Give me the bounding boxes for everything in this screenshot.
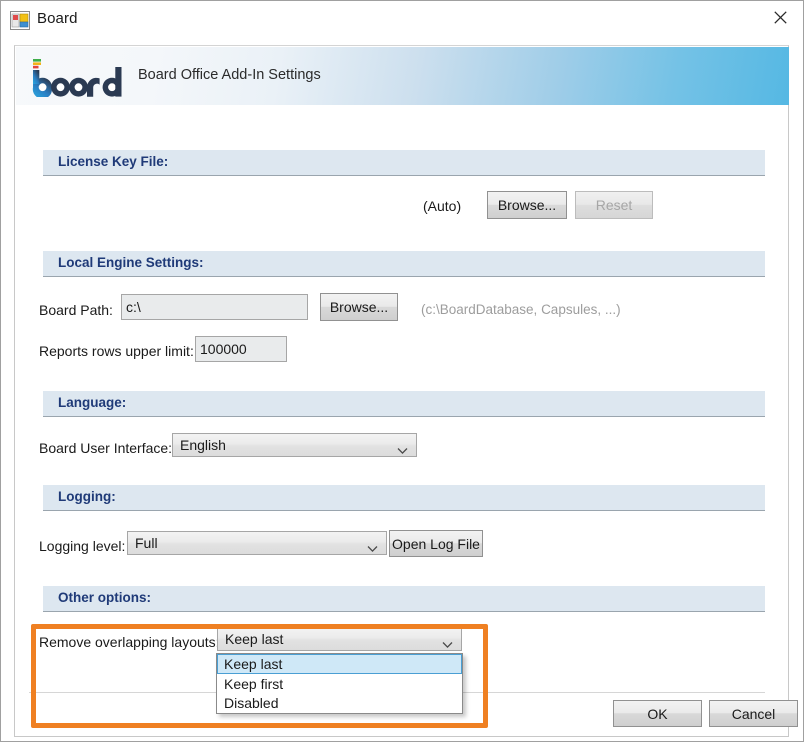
logging-level-select[interactable]: Full	[127, 531, 387, 555]
title-bar: Board	[1, 1, 803, 40]
section-label-other-options: Other options:	[58, 590, 151, 605]
remove-overlapping-layouts-dropdown-list[interactable]: Keep last Keep first Disabled	[216, 653, 463, 714]
window-title: Board	[37, 10, 78, 27]
dropdown-option-keep-first[interactable]: Keep first	[217, 674, 462, 694]
chevron-down-icon	[397, 442, 408, 455]
board-logo	[29, 59, 133, 99]
section-header-other-options: Other options:	[43, 586, 765, 612]
remove-overlapping-layouts-value: Keep last	[225, 631, 284, 647]
board-ui-language-label: Board User Interface:	[39, 440, 173, 456]
cancel-button[interactable]: Cancel	[709, 700, 798, 727]
board-path-hint: (c:\BoardDatabase, Capsules, ...)	[421, 302, 621, 317]
board-path-label: Board Path:	[39, 302, 113, 318]
dropdown-option-keep-last[interactable]: Keep last	[217, 654, 462, 674]
windows-forms-icon	[10, 11, 30, 30]
remove-overlapping-layouts-select[interactable]: Keep last	[217, 627, 462, 651]
section-header-language: Language:	[43, 391, 765, 417]
reports-rows-label: Reports rows upper limit:	[39, 343, 194, 359]
section-header-logging: Logging:	[43, 485, 765, 511]
dropdown-option-disabled[interactable]: Disabled	[217, 694, 462, 714]
board-ui-language-value: English	[180, 437, 226, 453]
branding-header: Board Office Add-In Settings	[16, 47, 789, 105]
license-browse-button[interactable]: Browse...	[487, 191, 567, 219]
logging-level-value: Full	[135, 535, 158, 551]
branding-title: Board Office Add-In Settings	[138, 67, 321, 83]
board-settings-window: Board Board Office Add-In Settings Licen…	[0, 0, 804, 742]
license-auto-text: (Auto)	[423, 198, 462, 214]
license-reset-button[interactable]: Reset	[575, 191, 653, 219]
settings-panel: Board Office Add-In Settings License Key…	[14, 45, 798, 737]
section-header-local-engine: Local Engine Settings:	[43, 251, 765, 277]
section-label-language: Language:	[58, 395, 127, 410]
section-label-logging: Logging:	[58, 489, 116, 504]
ok-button[interactable]: OK	[613, 700, 702, 727]
remove-overlapping-layouts-label: Remove overlapping layouts:	[39, 634, 220, 650]
section-header-license: License Key File:	[43, 150, 765, 176]
chevron-down-icon	[442, 636, 453, 649]
chevron-down-icon	[367, 540, 378, 553]
board-path-browse-button[interactable]: Browse...	[320, 293, 398, 321]
reports-rows-input[interactable]: 100000	[195, 336, 287, 362]
section-label-license: License Key File:	[58, 154, 169, 169]
logging-level-label: Logging level:	[39, 538, 126, 554]
close-icon[interactable]	[757, 1, 803, 33]
open-log-file-button[interactable]: Open Log File	[389, 530, 483, 557]
board-path-input[interactable]: c:\	[121, 294, 308, 320]
section-label-local-engine: Local Engine Settings:	[58, 255, 204, 270]
board-ui-language-select[interactable]: English	[172, 433, 417, 457]
